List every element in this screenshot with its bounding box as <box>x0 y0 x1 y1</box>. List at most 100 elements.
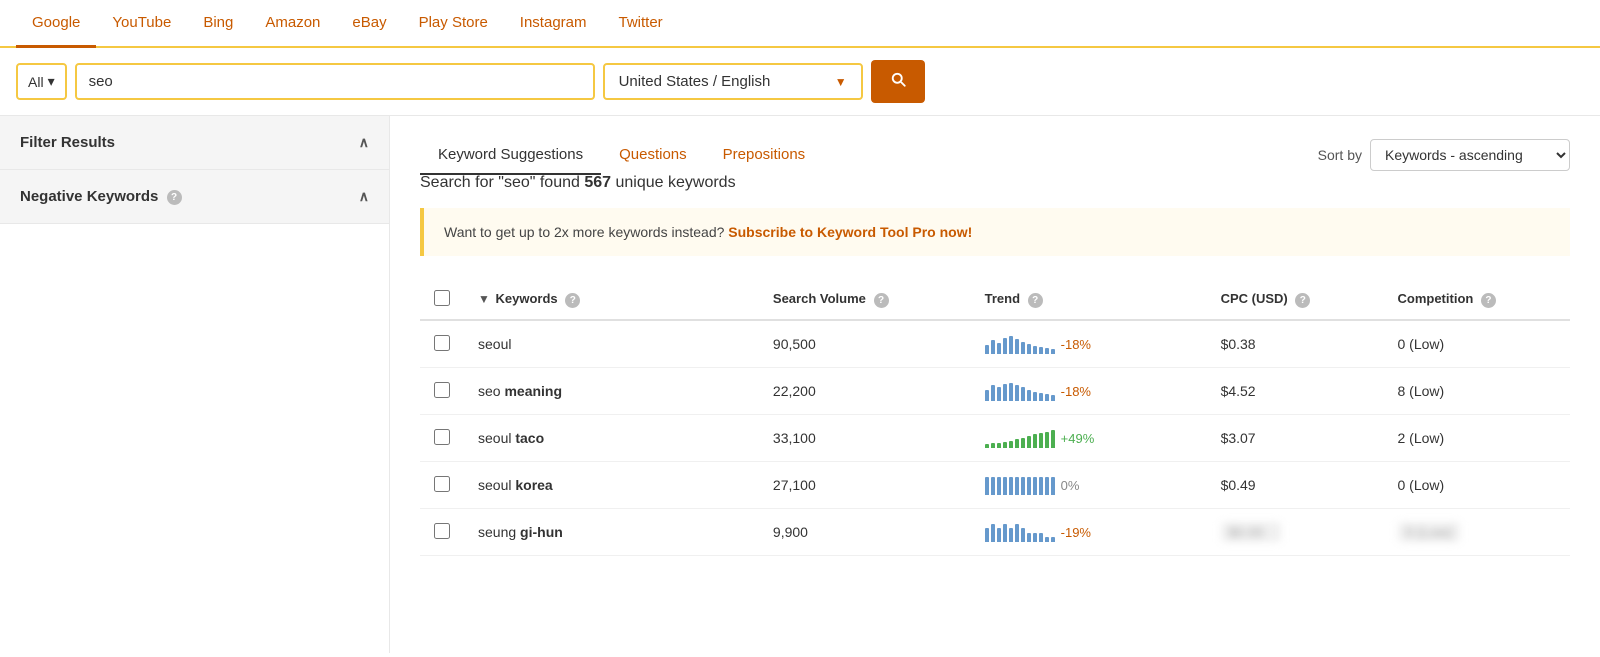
trend-percent: -18% <box>1061 337 1091 352</box>
keywords-help-icon[interactable]: ? <box>565 293 580 308</box>
result-summary: Search for "seo" found 567 unique keywor… <box>420 174 1570 192</box>
negative-keywords-label: Negative Keywords ? <box>20 188 182 205</box>
trend-percent: +49% <box>1061 431 1095 446</box>
promo-banner: Want to get up to 2x more keywords inste… <box>420 208 1570 256</box>
sort-arrow-icon: ▼ <box>478 292 490 306</box>
negative-keywords-section: Negative Keywords ? ∧ <box>0 170 389 224</box>
row-checkbox[interactable] <box>434 476 450 492</box>
search-input[interactable] <box>89 73 581 90</box>
keyword-cell: seoul <box>464 320 759 368</box>
negative-keywords-header[interactable]: Negative Keywords ? ∧ <box>0 170 389 223</box>
competition-cell: 2 (Low) <box>1384 415 1571 462</box>
trend-cell: 0% <box>971 462 1207 509</box>
search-type-chevron: ▾ <box>48 73 55 90</box>
sort-by-container: Sort by Keywords - ascending <box>1318 139 1570 171</box>
tabs-row: Keyword Suggestions Questions Prepositio… <box>420 136 1570 174</box>
competition-cell: 8 (Low) <box>1384 368 1571 415</box>
negative-keywords-help-icon[interactable]: ? <box>167 190 182 205</box>
nav-item-instagram[interactable]: Instagram <box>504 0 603 48</box>
cpc-cell: $0.00 <box>1207 509 1384 556</box>
tabs-left: Keyword Suggestions Questions Prepositio… <box>420 136 823 174</box>
trend-cell: -18% <box>971 368 1207 415</box>
competition-cell: 0 (Low) <box>1384 509 1571 556</box>
search-input-wrap <box>75 63 595 100</box>
search-button[interactable] <box>871 60 925 103</box>
select-all-checkbox[interactable] <box>434 290 450 306</box>
filter-results-label: Filter Results <box>20 134 115 151</box>
trend-bars <box>985 522 1055 542</box>
filter-results-header[interactable]: Filter Results ∧ <box>0 116 389 169</box>
search-volume-cell: 9,900 <box>759 509 971 556</box>
search-volume-cell: 90,500 <box>759 320 971 368</box>
search-type-select[interactable]: All ▾ <box>16 63 67 100</box>
table-row: seoul90,500 -18% $0.380 (Low) <box>420 320 1570 368</box>
trend-cell: +49% <box>971 415 1207 462</box>
row-checkbox[interactable] <box>434 523 450 539</box>
keyword-cell: seoul korea <box>464 462 759 509</box>
col-header-keywords[interactable]: ▼ Keywords ? <box>464 280 759 320</box>
competition-help-icon[interactable]: ? <box>1481 293 1496 308</box>
result-count: 567 <box>584 174 611 191</box>
table-row: seung gi-hun9,900 -19% $0.000 (Low) <box>420 509 1570 556</box>
table-row: seo meaning22,200 -18% $4.528 (Low) <box>420 368 1570 415</box>
chevron-down-icon: ▼ <box>835 75 847 89</box>
col-header-trend[interactable]: Trend ? <box>971 280 1207 320</box>
promo-link[interactable]: Subscribe to Keyword Tool Pro now! <box>728 224 972 240</box>
col-header-cpc[interactable]: CPC (USD) ? <box>1207 280 1384 320</box>
keyword-cell: seoul taco <box>464 415 759 462</box>
search-volume-cell: 33,100 <box>759 415 971 462</box>
content-area: Keyword Suggestions Questions Prepositio… <box>390 116 1600 653</box>
nav-item-ebay[interactable]: eBay <box>336 0 402 48</box>
cpc-cell: $0.38 <box>1207 320 1384 368</box>
row-checkbox[interactable] <box>434 335 450 351</box>
top-nav: Google YouTube Bing Amazon eBay Play Sto… <box>0 0 1600 48</box>
promo-text: Want to get up to 2x more keywords inste… <box>444 224 728 240</box>
cpc-cell: $4.52 <box>1207 368 1384 415</box>
filter-results-section: Filter Results ∧ <box>0 116 389 170</box>
trend-cell: -19% <box>971 509 1207 556</box>
keyword-cell: seung gi-hun <box>464 509 759 556</box>
country-select[interactable]: United States / English ▼ <box>603 63 863 100</box>
trend-bars <box>985 381 1055 401</box>
cpc-cell: $0.49 <box>1207 462 1384 509</box>
trend-cell: -18% <box>971 320 1207 368</box>
search-volume-help-icon[interactable]: ? <box>874 293 889 308</box>
search-type-label: All <box>28 74 44 90</box>
trend-percent: -18% <box>1061 384 1091 399</box>
col-header-search-volume[interactable]: Search Volume ? <box>759 280 971 320</box>
search-volume-cell: 22,200 <box>759 368 971 415</box>
cpc-help-icon[interactable]: ? <box>1295 293 1310 308</box>
sort-select[interactable]: Keywords - ascending <box>1370 139 1570 171</box>
cpc-cell: $3.07 <box>1207 415 1384 462</box>
trend-bars <box>985 428 1055 448</box>
trend-help-icon[interactable]: ? <box>1028 293 1043 308</box>
filter-chevron-icon: ∧ <box>359 134 369 151</box>
nav-item-youtube[interactable]: YouTube <box>96 0 187 48</box>
nav-item-amazon[interactable]: Amazon <box>249 0 336 48</box>
sidebar: Filter Results ∧ Negative Keywords ? ∧ <box>0 116 390 653</box>
nav-item-bing[interactable]: Bing <box>187 0 249 48</box>
row-checkbox[interactable] <box>434 429 450 445</box>
negative-kw-chevron-icon: ∧ <box>359 188 369 205</box>
country-label: United States / English <box>619 73 771 90</box>
trend-percent: -19% <box>1061 525 1091 540</box>
search-bar: All ▾ United States / English ▼ <box>0 48 1600 116</box>
tab-prepositions[interactable]: Prepositions <box>705 136 824 175</box>
nav-item-google[interactable]: Google <box>16 0 96 48</box>
table-row: seoul taco33,100 +49% $3.072 (Low) <box>420 415 1570 462</box>
competition-cell: 0 (Low) <box>1384 462 1571 509</box>
keyword-table: ▼ Keywords ? Search Volume ? Trend ? CPC… <box>420 280 1570 556</box>
sort-by-label: Sort by <box>1318 147 1362 163</box>
nav-item-playstore[interactable]: Play Store <box>403 0 504 48</box>
row-checkbox[interactable] <box>434 382 450 398</box>
table-row: seoul korea27,1000%$0.490 (Low) <box>420 462 1570 509</box>
tab-questions[interactable]: Questions <box>601 136 705 175</box>
col-header-check <box>420 280 464 320</box>
keyword-cell: seo meaning <box>464 368 759 415</box>
col-header-competition[interactable]: Competition ? <box>1384 280 1571 320</box>
competition-cell: 0 (Low) <box>1384 320 1571 368</box>
tab-keyword-suggestions[interactable]: Keyword Suggestions <box>420 136 601 175</box>
table-header-row: ▼ Keywords ? Search Volume ? Trend ? CPC… <box>420 280 1570 320</box>
nav-item-twitter[interactable]: Twitter <box>603 0 679 48</box>
search-icon <box>889 70 907 88</box>
